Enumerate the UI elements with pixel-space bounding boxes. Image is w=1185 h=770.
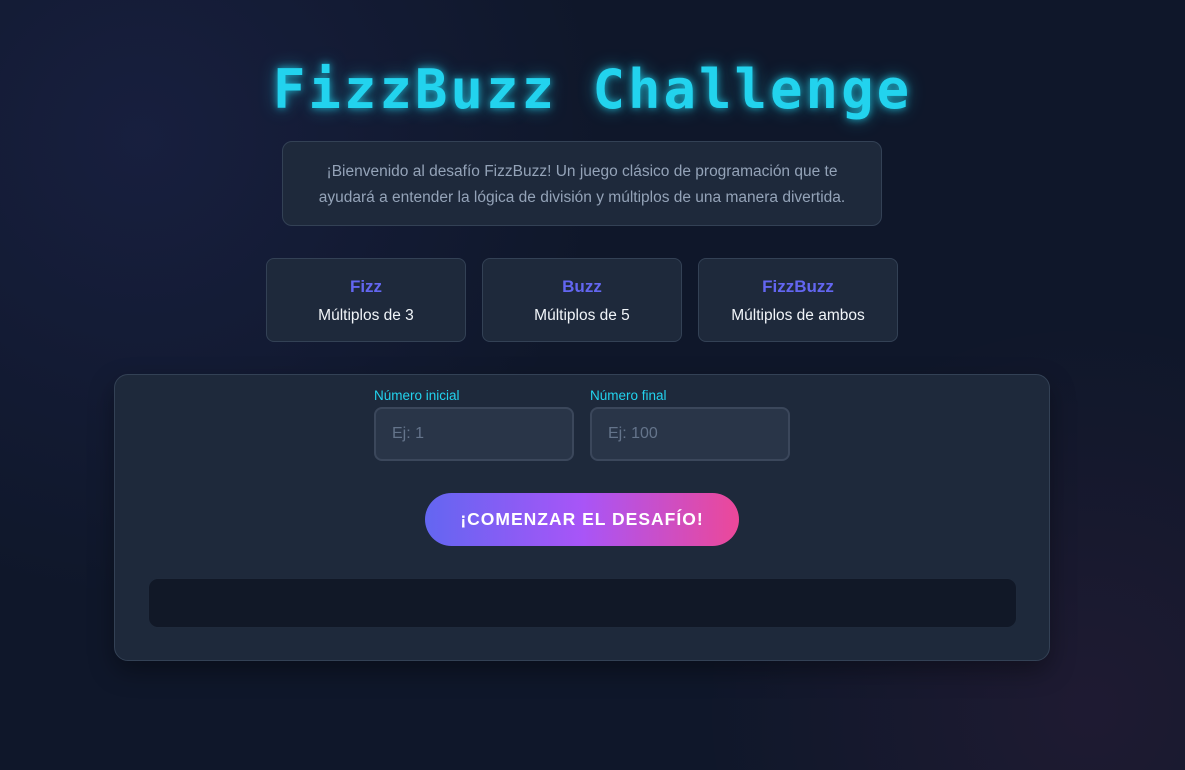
challenge-panel: Número inicial Número final ¡COMENZAR EL…	[114, 374, 1050, 661]
rule-card-fizzbuzz: FizzBuzz Múltiplos de ambos	[698, 258, 898, 342]
start-challenge-button[interactable]: ¡COMENZAR EL DESAFÍO!	[425, 493, 739, 546]
rule-card-fizz: Fizz Múltiplos de 3	[266, 258, 466, 342]
end-number-label: Número final	[590, 388, 667, 403]
intro-text: ¡Bienvenido al desafío FizzBuzz! Un jueg…	[282, 141, 882, 226]
rule-card-buzz: Buzz Múltiplos de 5	[482, 258, 682, 342]
end-number-input[interactable]	[590, 407, 790, 461]
page-title: FizzBuzz Challenge	[272, 58, 913, 121]
rule-description: Múltiplos de 3	[318, 307, 414, 324]
rule-description: Múltiplos de ambos	[731, 307, 865, 324]
rule-description: Múltiplos de 5	[534, 307, 630, 324]
rule-name: Buzz	[562, 277, 602, 296]
start-number-label: Número inicial	[374, 388, 460, 403]
rule-name: Fizz	[349, 277, 383, 296]
result-output	[148, 578, 1017, 628]
start-number-input[interactable]	[374, 407, 574, 461]
rule-name: FizzBuzz	[762, 277, 834, 296]
